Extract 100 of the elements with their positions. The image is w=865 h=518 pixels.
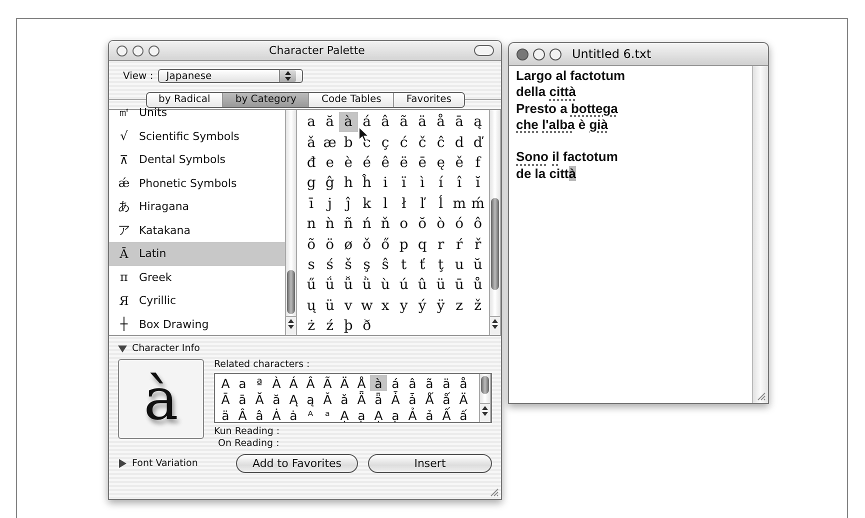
character-cell[interactable]: ų [302,296,321,316]
scroll-arrows-icon[interactable] [492,317,498,331]
scroll-thumb[interactable] [491,198,499,290]
character-cell[interactable]: ǘ [320,275,340,296]
character-cell[interactable]: ø [339,234,358,255]
related-character[interactable]: å [455,375,472,391]
character-cell[interactable]: ë [394,152,414,174]
character-cell[interactable]: ő [376,234,395,255]
related-character[interactable]: Â [302,375,319,391]
character-cell[interactable]: đ [302,152,321,174]
character-cell[interactable]: j [320,194,340,214]
related-character[interactable]: ả [421,407,438,423]
related-character[interactable]: Ǟ [353,391,370,407]
stepper-arrows-icon[interactable] [285,71,292,81]
character-cell[interactable]: r [432,234,450,255]
character-cell[interactable]: ê [376,152,395,174]
character-cell[interactable]: ī [302,194,321,214]
related-character[interactable]: ă [268,391,285,407]
character-cell[interactable]: ţ [432,254,450,276]
window-buttons-icon[interactable] [516,48,562,60]
character-cell[interactable]: ô [468,214,488,234]
character-cell[interactable]: f [468,152,488,174]
disclosure-triangle-icon[interactable] [118,344,127,352]
character-cell[interactable]: ā [450,112,469,132]
category-item[interactable]: π Greek [109,266,286,289]
character-cell[interactable]: n [302,214,321,234]
related-character[interactable]: ấ [455,407,472,423]
character-cell[interactable]: ý [413,296,432,316]
scrollbar[interactable] [489,110,501,335]
related-character[interactable]: ǟ [370,391,387,407]
character-cell[interactable]: ş [358,254,376,276]
related-character[interactable]: Ả [404,407,421,423]
character-cell[interactable]: õ [302,234,321,255]
related-character[interactable]: ā [234,391,251,407]
related-character[interactable]: A [217,375,234,391]
character-cell[interactable]: ł [394,194,414,214]
character-cell[interactable]: q [413,234,432,255]
tab[interactable]: Code Tables [309,93,394,107]
character-cell[interactable]: ř [468,234,488,255]
related-character[interactable]: Ă [251,391,268,407]
character-cell[interactable]: à [339,112,358,132]
related-character[interactable]: Ä [455,391,472,407]
scroll-arrows-icon[interactable] [288,317,294,331]
character-cell[interactable]: ū [450,275,469,296]
add-favorites-button[interactable]: Add to Favorites [236,454,358,473]
related-character[interactable]: Ä [336,375,353,391]
character-cell[interactable]: u [450,254,469,276]
character-cell[interactable]: ð [358,316,376,336]
character-cell[interactable]: þ [339,316,358,336]
scroll-arrows-icon[interactable] [482,404,488,418]
character-cell[interactable]: i [376,173,395,194]
resize-grip-icon[interactable] [756,391,766,401]
character-cell[interactable]: ň [376,214,395,234]
character-cell[interactable]: é [358,152,376,174]
character-cell[interactable]: ĵ [339,194,358,214]
related-character[interactable]: Ǡ [387,391,404,407]
related-character[interactable]: ᴬ [302,407,319,423]
category-item[interactable]: √ Scientific Symbols [109,124,286,148]
related-character[interactable]: Ȧ [268,407,285,423]
character-cell[interactable]: ŭ [468,254,488,276]
tab[interactable]: by Category [223,93,310,107]
scroll-thumb[interactable] [287,270,296,314]
related-character[interactable]: à [370,375,387,391]
related-character[interactable]: Ạ [336,407,353,423]
character-cell[interactable]: m [450,194,469,214]
character-cell[interactable]: ŏ [413,214,432,234]
character-cell[interactable]: g [302,173,321,194]
disclosure-triangle-icon[interactable] [118,459,127,468]
character-cell[interactable]: ǜ [358,275,376,296]
character-cell[interactable]: è [339,152,358,174]
character-cell[interactable]: a [302,112,321,132]
character-cell[interactable]: ľ [413,194,432,214]
related-character[interactable]: ᵃ [319,407,336,423]
character-cell[interactable]: ĥ [358,173,376,194]
character-cell[interactable]: ď [468,132,488,153]
character-cell[interactable]: b [339,132,358,153]
related-character[interactable]: ạ [353,407,370,423]
character-cell[interactable]: ö [320,234,340,255]
character-cell[interactable]: ü [320,296,340,316]
related-character[interactable]: Ạ [370,407,387,423]
character-cell[interactable]: ů [468,275,488,296]
character-cell[interactable]: d [450,132,469,153]
character-cell[interactable]: t [394,254,414,276]
character-cell[interactable]: ñ [339,214,358,234]
category-item[interactable]: ǽ Phonetic Symbols [109,172,286,195]
tab[interactable]: by Radical [146,93,224,107]
related-character[interactable]: ª [251,375,268,391]
character-cell[interactable]: ć [394,132,414,153]
related-character[interactable]: á [387,375,404,391]
character-cell[interactable]: ę [432,152,450,174]
character-cell[interactable]: e [320,152,340,174]
related-character[interactable]: ǎ [336,391,353,407]
character-cell[interactable]: ą [468,112,488,132]
category-item[interactable]: ┼ Box Drawing [109,312,286,335]
character-cell[interactable]: å [432,112,450,132]
category-item[interactable]: Ā Latin [109,242,286,266]
character-cell[interactable]: ś [320,254,340,276]
character-cell[interactable]: ť [413,254,432,276]
character-cell[interactable]: ē [413,152,432,174]
character-cell[interactable]: ǒ [358,234,376,255]
